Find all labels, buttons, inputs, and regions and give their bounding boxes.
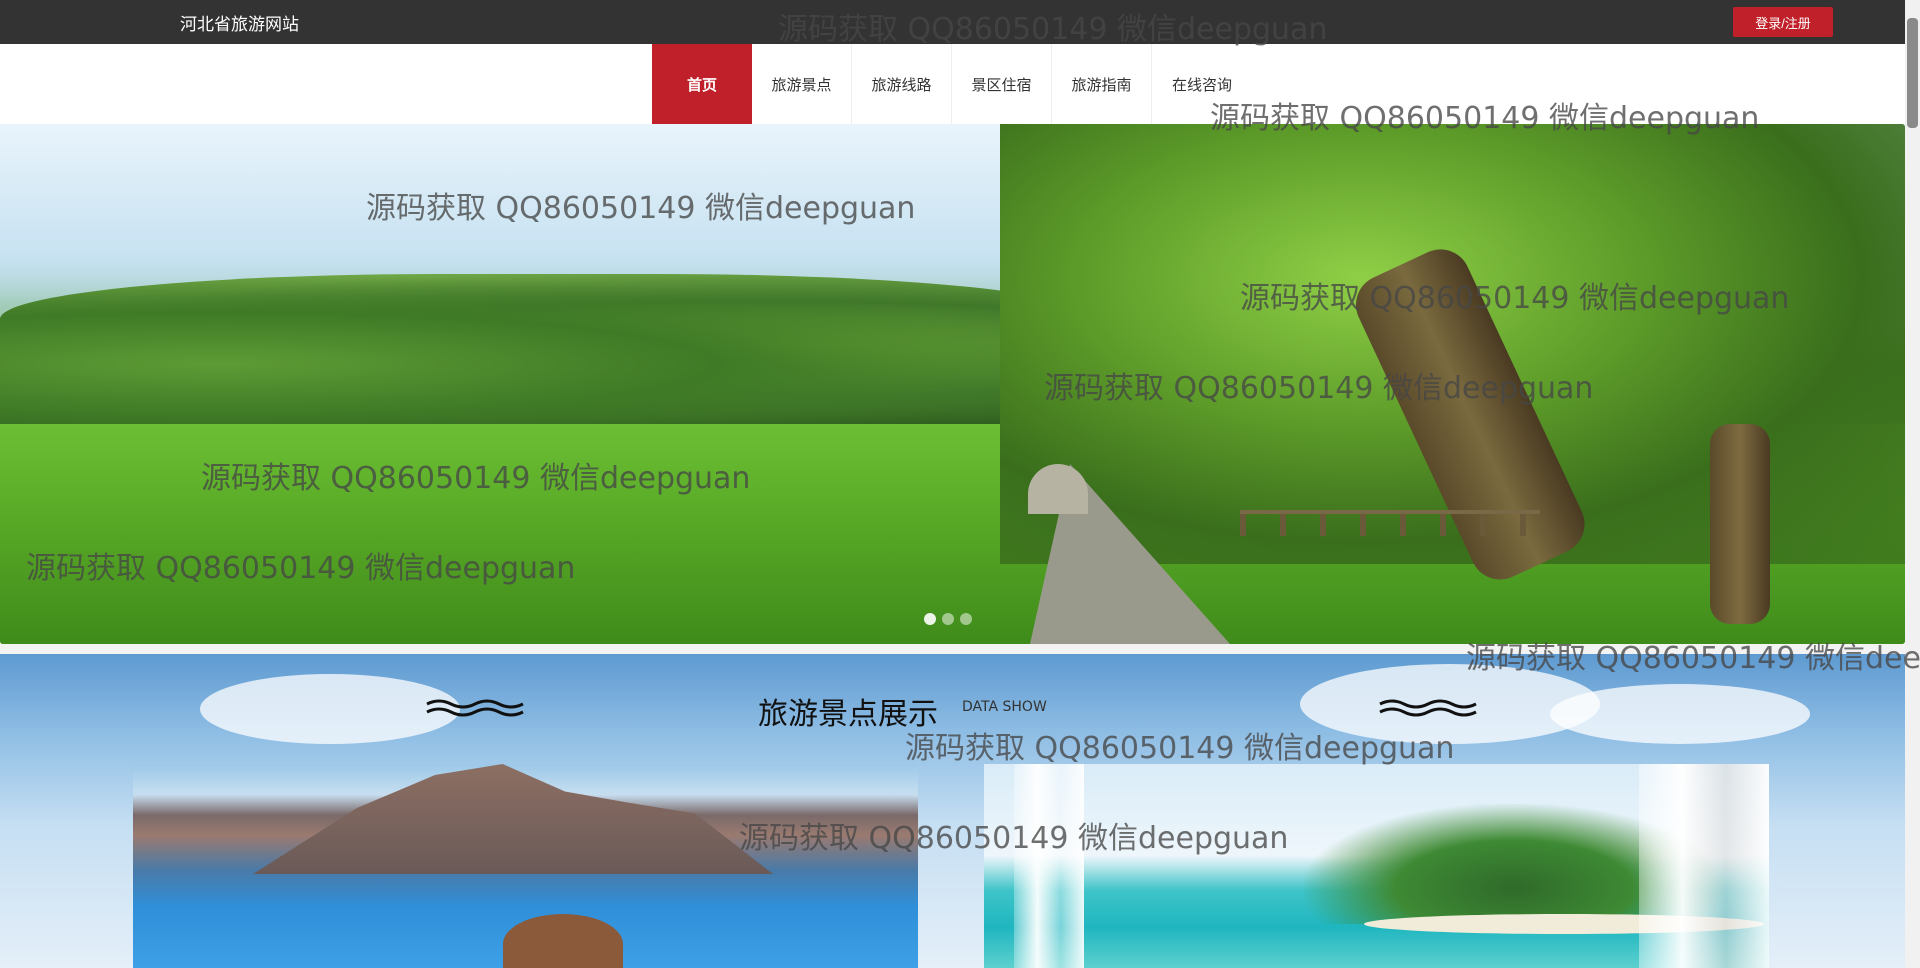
wave-decoration-icon (1379, 699, 1477, 717)
island-image (503, 914, 623, 968)
banner-forest (0, 274, 1100, 424)
nav-item-consult[interactable]: 在线咨询 (1152, 44, 1252, 124)
nav-item-routes[interactable]: 旅游线路 (852, 44, 952, 124)
attractions-showcase: 旅游景点展示 DATA SHOW (0, 654, 1905, 968)
curtain-left-image (1014, 764, 1084, 968)
section-title: 旅游景点展示 (758, 697, 938, 732)
nav-item-attractions[interactable]: 旅游景点 (752, 44, 852, 124)
carousel-dot[interactable] (942, 613, 954, 625)
site-title[interactable]: 河北省旅游网站 (180, 10, 299, 35)
main-nav: 首页 旅游景点 旅游线路 景区住宿 旅游指南 在线咨询 (0, 44, 1905, 124)
banner-tree-trunk-2 (1710, 424, 1770, 624)
scrollbar-thumb[interactable] (1907, 18, 1918, 128)
carousel-dot[interactable] (924, 613, 936, 625)
carousel-indicators (924, 613, 972, 625)
wave-decoration-icon (426, 699, 524, 717)
banner-fence (1240, 510, 1540, 536)
section-subtitle: DATA SHOW (962, 699, 1047, 715)
login-register-button[interactable]: 登录/注册 (1733, 7, 1833, 37)
attraction-card-lake[interactable] (133, 764, 918, 968)
nav-item-lodging[interactable]: 景区住宿 (952, 44, 1052, 124)
mountain-image (253, 764, 773, 874)
curtain-right-image (1639, 764, 1769, 968)
page-scrollbar[interactable] (1905, 0, 1920, 968)
attraction-card-beach[interactable] (984, 764, 1769, 968)
nav-item-guide[interactable]: 旅游指南 (1052, 44, 1152, 124)
cloud-decoration (200, 674, 460, 744)
banner-carousel[interactable] (0, 124, 1905, 644)
cloud-decoration (1550, 684, 1810, 744)
top-bar: 河北省旅游网站 登录/注册 (0, 0, 1905, 44)
nav-item-home[interactable]: 首页 (652, 44, 752, 124)
carousel-dot[interactable] (960, 613, 972, 625)
